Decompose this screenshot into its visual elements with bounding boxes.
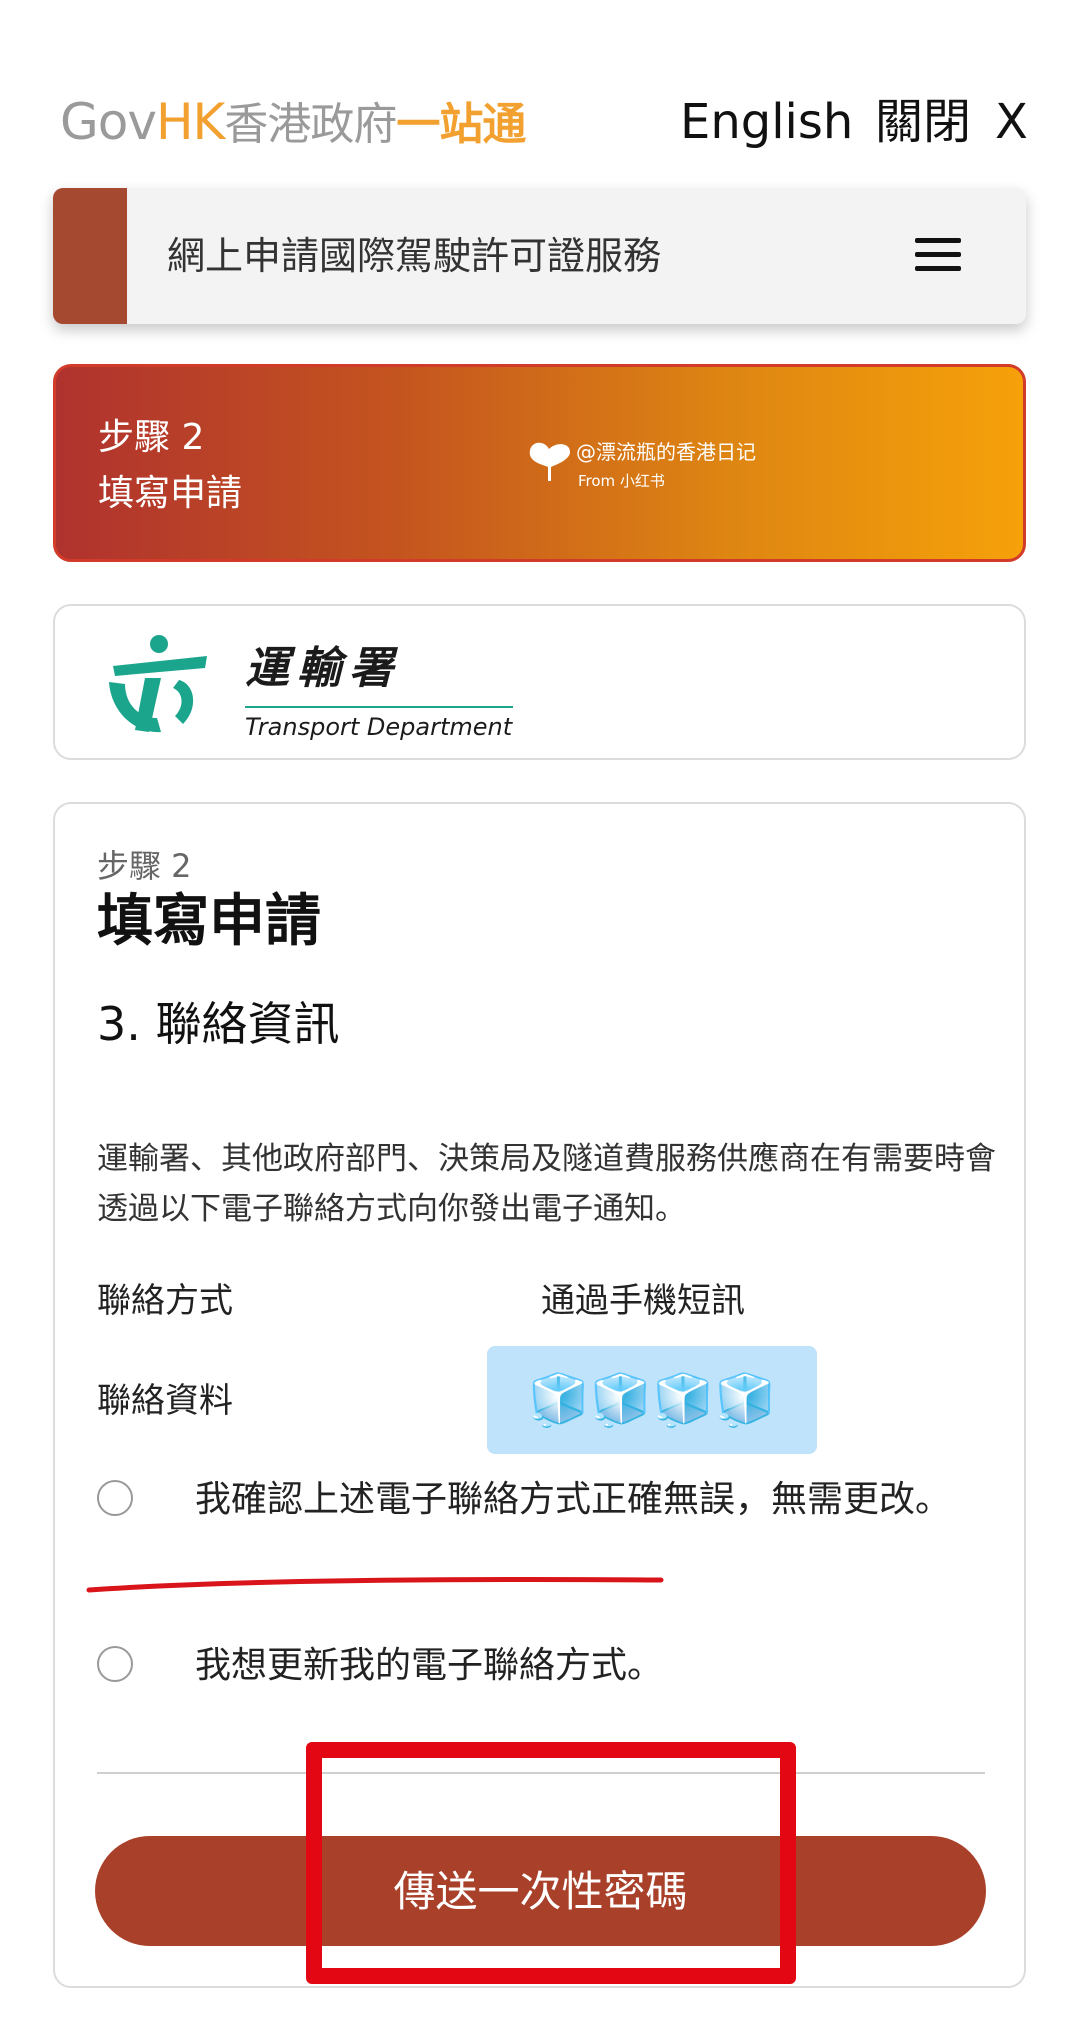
hamburger-icon[interactable] [915,238,961,272]
contact-info-label: 聯絡資料 [97,1381,233,1421]
step-banner: 步驟 2 填寫申請 @漂流瓶的香港日记 From 小红书 [53,364,1026,562]
red-underline-annotation [86,1576,664,1593]
logo-gov-text: Gov [60,93,157,151]
red-box-annotation [306,1742,796,1984]
logo-hk-text: HK [155,93,225,151]
watermark-from: From 小红书 [578,472,665,490]
logo-zh-text: 香港政府 [224,99,397,150]
section-description: 運輸署、其他政府部門、決策局及隧道費服務供應商在有需要時會透過以下電子聯絡方式向… [97,1141,996,1227]
confirm-contact-radio[interactable] [97,1480,133,1516]
department-card: 運輸署 Transport Department [53,604,1026,760]
watermark-text: @漂流瓶的香港日记 [576,440,756,464]
contact-method-value: 通過手機短訊 [541,1281,745,1321]
form-step-number: 步驟 2 [97,847,192,885]
banner-step-name: 填寫申請 [98,473,243,514]
language-link[interactable]: English [680,92,853,152]
update-contact-radio[interactable] [97,1646,133,1682]
update-contact-label[interactable]: 我想更新我的電子聯絡方式。 [195,1638,975,1694]
service-title: 網上申請國際駕駛許可證服務 [167,234,662,278]
transport-department-logo-icon [109,635,207,733]
department-name-zh: 運輸署 [245,643,401,694]
close-link[interactable]: 關閉 [875,92,971,152]
department-name-en: Transport Department [245,713,513,741]
department-divider [245,706,513,708]
confirm-contact-label[interactable]: 我確認上述電子聯絡方式正確無誤，無需更改。 [195,1472,975,1528]
contact-info-value: 🧊🧊🧊🧊 [487,1346,817,1454]
banner-step-number: 步驟 2 [98,417,205,458]
service-accent [53,188,127,324]
form-title: 填寫申請 [97,889,321,954]
section-heading: 3. 聯絡資訊 [97,997,340,1051]
watermark-heart-icon [529,442,571,481]
govhk-logo[interactable]: GovHK香港政府一站通 [60,92,526,155]
service-bar: 網上申請國際駕駛許可證服務 [53,188,1026,324]
close-icon[interactable]: X [995,92,1028,152]
contact-method-label: 聯絡方式 [97,1281,233,1321]
logo-yz-text: 一站通 [396,99,526,150]
